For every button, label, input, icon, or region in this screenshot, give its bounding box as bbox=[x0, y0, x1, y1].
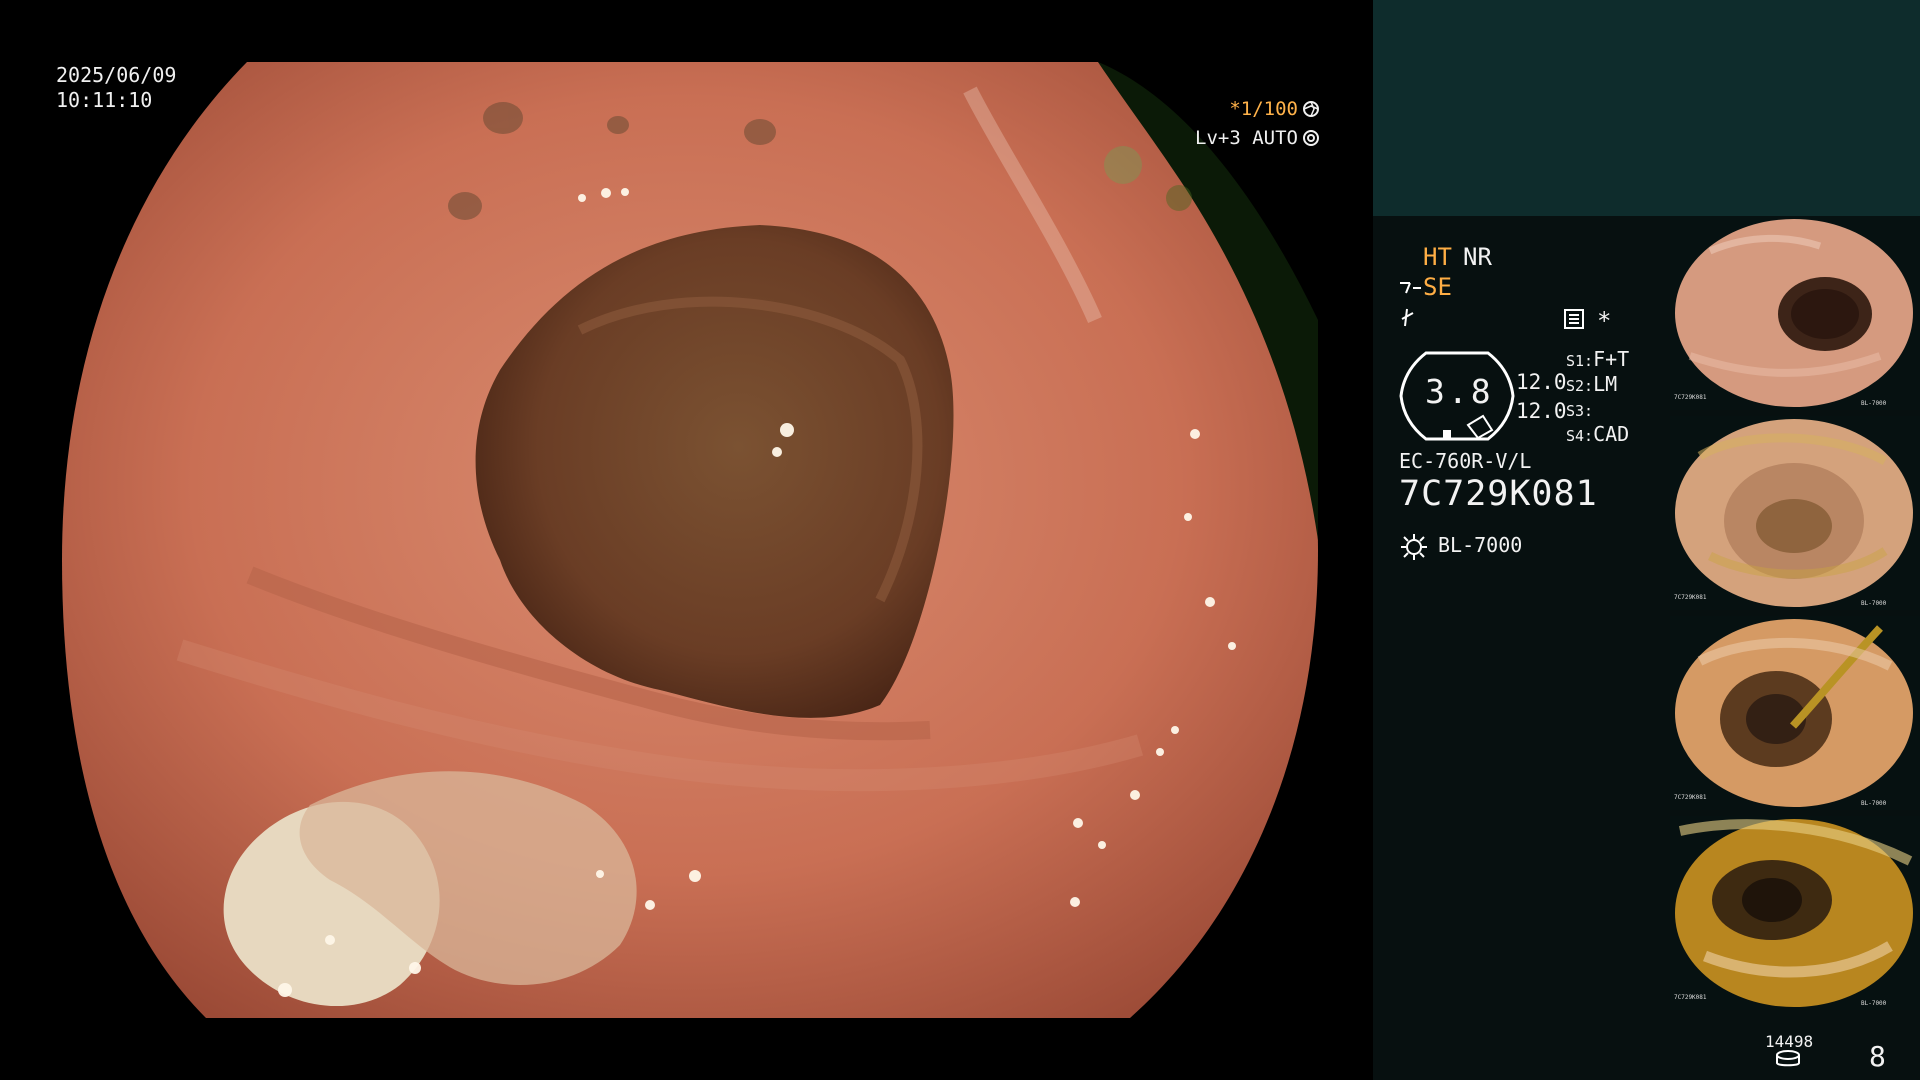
gauge-reading-1: 12.0 bbox=[1516, 370, 1567, 394]
light-source: BL-7000 bbox=[1438, 533, 1523, 557]
thumbnail-2-light: BL-7000 bbox=[1861, 600, 1887, 607]
thumbnail-4-serial: 7C729K081 bbox=[1674, 994, 1707, 1001]
endoscope-main-view: 2025/06/09 10:11:10 *1/100 Lv+3 AUTO bbox=[0, 0, 1372, 1080]
panel-header-area bbox=[1373, 0, 1920, 216]
thumbnail-image bbox=[1670, 816, 1920, 1010]
sun-icon bbox=[1401, 534, 1427, 560]
thumbnail-image bbox=[1670, 416, 1920, 610]
thumbnail-3[interactable]: 7C729K081 BL-7000 bbox=[1670, 616, 1920, 810]
setting-s1: S1:F+T bbox=[1566, 347, 1629, 371]
setting-s4-label: S4: bbox=[1566, 427, 1594, 445]
setting-s1-value: F+T bbox=[1593, 347, 1630, 371]
structure-enhancement-icon bbox=[1400, 282, 1421, 294]
brightness-level: Lv+3 AUTO bbox=[1195, 127, 1320, 149]
setting-s2-value: LM bbox=[1593, 372, 1618, 396]
time-display: 10:11:10 bbox=[56, 88, 153, 112]
thumbnail-1[interactable]: 7C729K081 BL-7000 bbox=[1670, 216, 1920, 410]
thumbnail-2[interactable]: 7C729K081 BL-7000 bbox=[1670, 416, 1920, 610]
gauge-value: 3.8 bbox=[1425, 372, 1494, 411]
setting-s3-label: S3: bbox=[1566, 402, 1594, 420]
brightness-level-text: Lv+3 AUTO bbox=[1195, 127, 1298, 149]
lightning-icon bbox=[1401, 308, 1414, 327]
se-indicator: SE bbox=[1423, 273, 1452, 301]
thumbnail-3-serial: 7C729K081 bbox=[1674, 794, 1707, 801]
aperture-icon bbox=[1303, 101, 1319, 117]
page-number: 8 bbox=[1869, 1040, 1886, 1073]
thumbnail-image bbox=[1670, 216, 1920, 410]
setting-s4: S4:CAD bbox=[1566, 422, 1629, 446]
date-display: 2025/06/09 bbox=[56, 63, 177, 87]
endoscope-image bbox=[62, 62, 1318, 1018]
setting-s4-value: CAD bbox=[1593, 422, 1630, 446]
thumbnail-2-serial: 7C729K081 bbox=[1674, 594, 1707, 601]
setting-s3: S3: bbox=[1566, 397, 1593, 421]
setting-s1-label: S1: bbox=[1566, 352, 1594, 370]
side-panel: HT NR SE * 3.8 12.0 12.0 S1:F+T S2:LM S3… bbox=[1373, 0, 1920, 1080]
thumbnail-image bbox=[1670, 616, 1920, 810]
thumbnail-1-light: BL-7000 bbox=[1861, 400, 1887, 407]
asterisk-indicator: * bbox=[1597, 307, 1612, 335]
target-icon bbox=[1303, 130, 1319, 146]
gauge-reading-2: 12.0 bbox=[1516, 399, 1567, 423]
setting-s2: S2:LM bbox=[1566, 372, 1617, 396]
thumbnail-3-light: BL-7000 bbox=[1861, 800, 1887, 807]
database-icon bbox=[1776, 1050, 1800, 1067]
thumbnail-4[interactable]: 7C729K081 BL-7000 bbox=[1670, 816, 1920, 1010]
nr-indicator: NR bbox=[1463, 243, 1492, 271]
scope-serial: 7C729K081 bbox=[1399, 474, 1598, 514]
shutter-speed: *1/100 bbox=[1229, 98, 1320, 120]
image-count: 14498 bbox=[1765, 1032, 1814, 1051]
thumbnail-1-serial: 7C729K081 bbox=[1674, 394, 1707, 401]
thumbnail-4-light: BL-7000 bbox=[1861, 1000, 1887, 1007]
ht-indicator: HT bbox=[1423, 243, 1452, 271]
scope-model: EC-760R-V/L bbox=[1399, 449, 1532, 473]
shutter-speed-text: *1/100 bbox=[1229, 98, 1298, 120]
setting-s2-label: S2: bbox=[1566, 377, 1594, 395]
menu-icon bbox=[1564, 309, 1584, 329]
